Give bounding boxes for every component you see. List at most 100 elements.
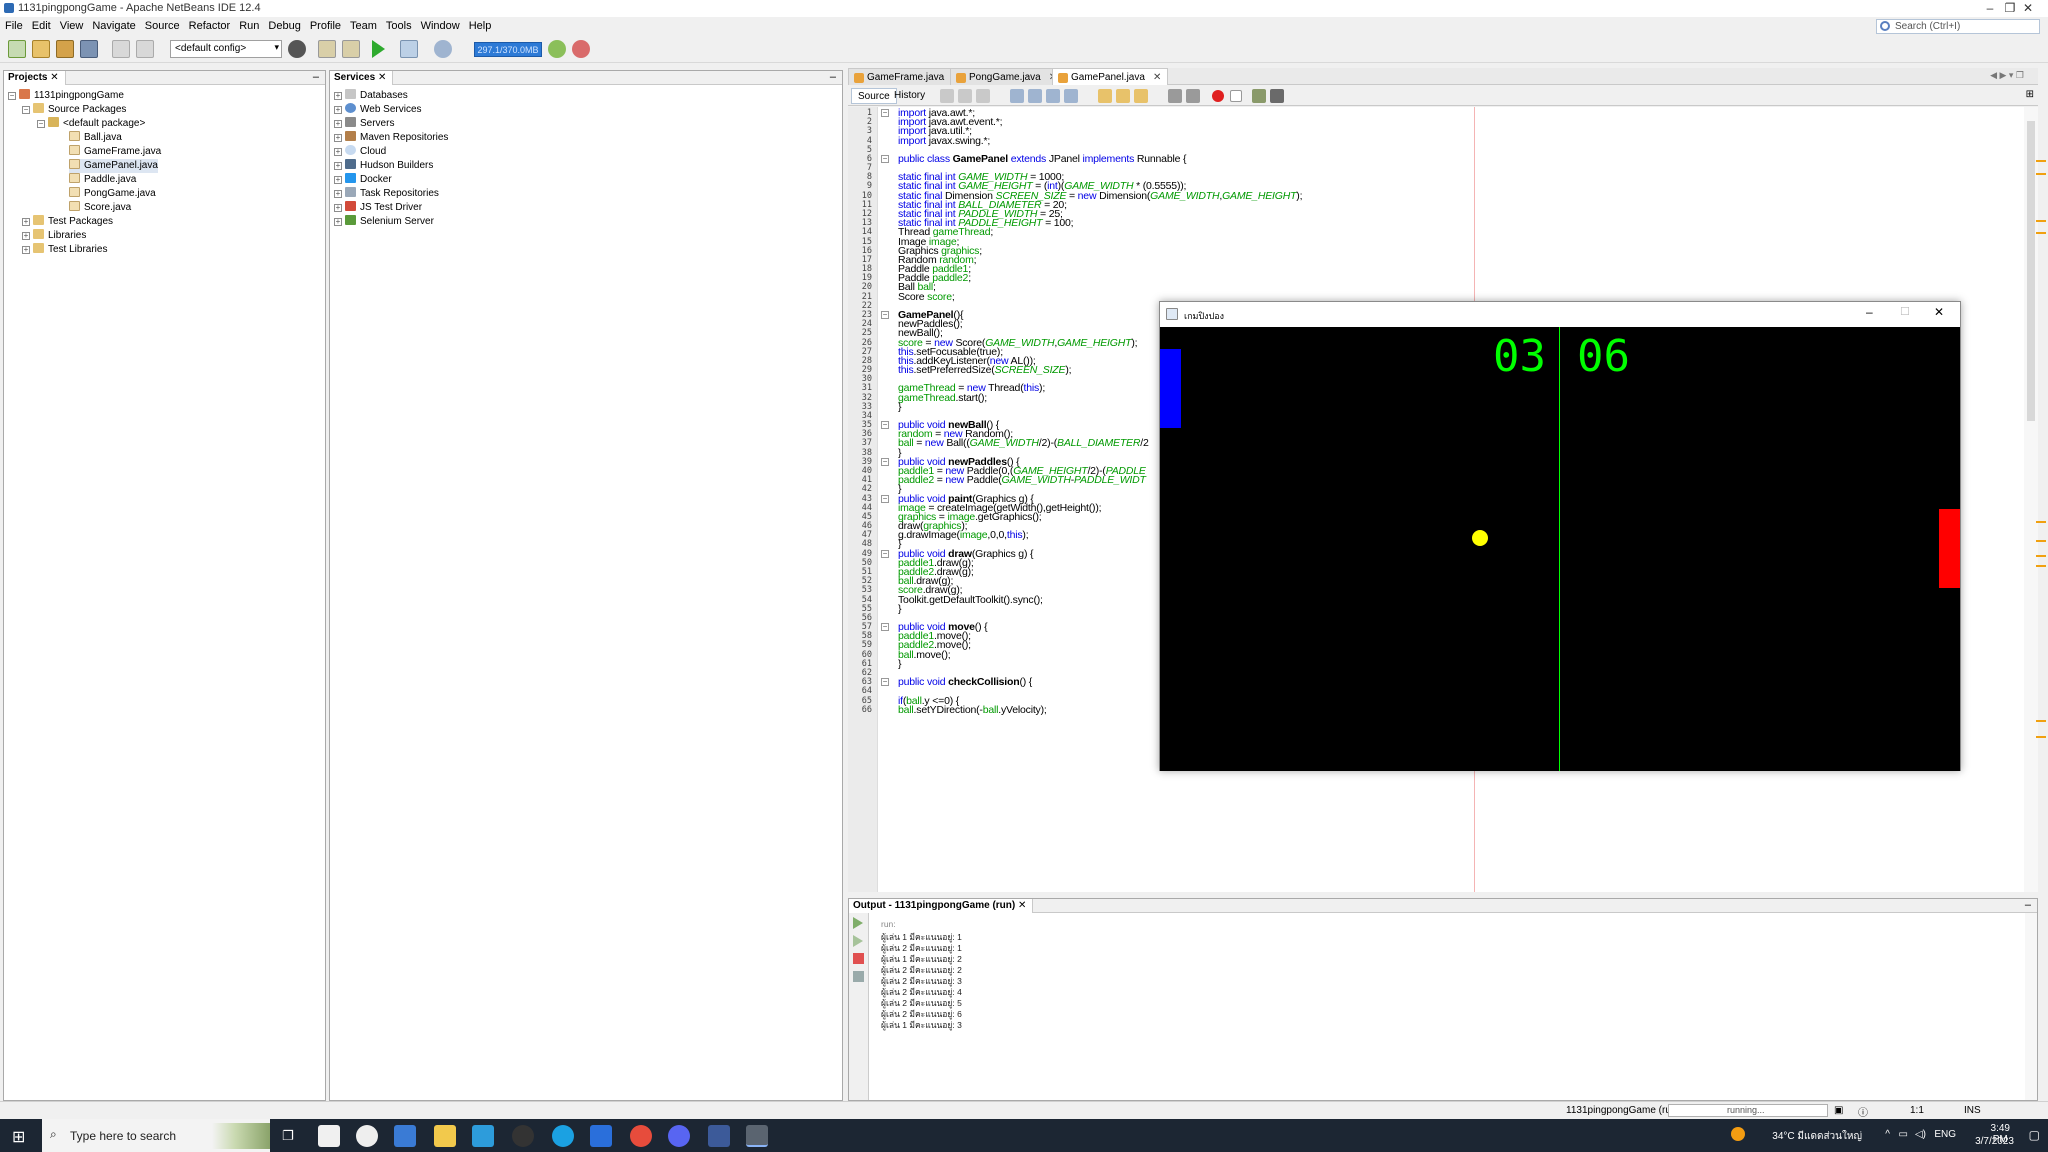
service-js-test-driver[interactable]: + JS Test Driver bbox=[334, 201, 422, 215]
close-icon[interactable]: ✕ bbox=[50, 72, 58, 83]
tab-projects[interactable]: Projects ✕ bbox=[4, 71, 66, 85]
comment-icon[interactable] bbox=[1252, 89, 1266, 103]
debug-icon[interactable] bbox=[400, 40, 418, 58]
error-stripe-mark[interactable] bbox=[2036, 540, 2046, 542]
close-button[interactable]: ✕ bbox=[2008, 0, 2048, 17]
progress-bar[interactable]: running... bbox=[1668, 1104, 1828, 1117]
memory-usage-indicator[interactable]: 297.1/370.0MB bbox=[474, 42, 542, 57]
windows-start-icon[interactable]: ⊞ bbox=[12, 1127, 25, 1147]
stop-icon[interactable] bbox=[853, 953, 864, 964]
menu-view[interactable]: View bbox=[55, 18, 88, 32]
close-icon[interactable]: ✕ bbox=[1153, 72, 1161, 83]
game-window[interactable]: เกมปิงปอง – ☐ ✕ 03 06 bbox=[1159, 301, 1961, 771]
build-icon[interactable] bbox=[318, 40, 336, 58]
notification-icon[interactable]: ▣ bbox=[1834, 1105, 1843, 1116]
fold-toggle-icon[interactable]: − bbox=[881, 549, 889, 558]
error-stripe-mark[interactable] bbox=[2036, 521, 2046, 523]
app-icon[interactable] bbox=[512, 1125, 534, 1147]
network-icon[interactable]: ▭ bbox=[1899, 1129, 1908, 1140]
shift-right-icon[interactable] bbox=[1186, 89, 1200, 103]
close-icon[interactable]: ✕ bbox=[378, 72, 386, 83]
stop-macro-icon[interactable] bbox=[1230, 90, 1242, 102]
minimize-panel-icon[interactable]: – bbox=[2025, 899, 2031, 911]
menu-edit[interactable]: Edit bbox=[27, 18, 55, 32]
file-explorer-icon[interactable] bbox=[434, 1125, 456, 1147]
tree-item-default-package[interactable]: − <default package> bbox=[37, 117, 145, 131]
expand-icon[interactable]: + bbox=[22, 246, 30, 254]
fold-toggle-icon[interactable]: − bbox=[881, 457, 889, 466]
tree-item-project[interactable]: −1131pingpongGame bbox=[8, 89, 124, 103]
game-canvas[interactable]: 03 06 bbox=[1160, 327, 1960, 771]
minimize-panel-icon[interactable]: – bbox=[830, 71, 836, 83]
find-previous-icon[interactable] bbox=[1028, 89, 1042, 103]
fold-toggle-icon[interactable]: − bbox=[881, 623, 889, 632]
close-icon[interactable]: ✕ bbox=[1018, 900, 1026, 911]
fold-toggle-icon[interactable]: − bbox=[881, 310, 889, 319]
error-stripe-mark[interactable] bbox=[2036, 720, 2046, 722]
split-editor-icon[interactable]: ⊞ bbox=[2026, 89, 2034, 100]
service-web-services[interactable]: + Web Services bbox=[334, 103, 422, 117]
fold-toggle-icon[interactable]: − bbox=[881, 109, 889, 117]
back-icon[interactable] bbox=[958, 89, 972, 103]
app-icon[interactable] bbox=[356, 1125, 378, 1147]
service-maven-repositories[interactable]: + Maven Repositories bbox=[334, 131, 448, 145]
history-tab[interactable]: History bbox=[888, 88, 931, 104]
chrome-icon[interactable] bbox=[630, 1125, 652, 1147]
service-cloud[interactable]: + Cloud bbox=[334, 145, 386, 159]
notification-center-icon[interactable]: ▢ bbox=[2029, 1128, 2040, 1142]
menu-debug[interactable]: Debug bbox=[263, 18, 304, 32]
menu-navigate[interactable]: Navigate bbox=[87, 18, 139, 32]
new-file-icon[interactable] bbox=[8, 40, 26, 58]
task-view-icon[interactable]: ❐ bbox=[282, 1128, 294, 1144]
volume-icon[interactable]: ◁) bbox=[1915, 1129, 1926, 1140]
netbeans-icon[interactable] bbox=[708, 1125, 730, 1147]
profiler-snapshot-icon[interactable] bbox=[572, 40, 590, 58]
toggle-highlight-icon[interactable] bbox=[1064, 89, 1078, 103]
weather-icon[interactable] bbox=[1731, 1127, 1745, 1141]
minimize-button[interactable]: – bbox=[1866, 305, 1873, 319]
fold-toggle-icon[interactable]: − bbox=[881, 494, 889, 503]
chevron-up-icon[interactable]: ^ bbox=[1885, 1129, 1890, 1140]
globe-icon[interactable] bbox=[288, 40, 306, 58]
menu-tools[interactable]: Tools bbox=[381, 18, 416, 32]
fold-toggle-icon[interactable]: − bbox=[881, 678, 889, 687]
service-task-repositories[interactable]: + Task Repositories bbox=[334, 187, 439, 201]
find-next-icon[interactable] bbox=[1046, 89, 1060, 103]
expand-icon[interactable]: + bbox=[22, 232, 30, 240]
error-stripe-mark[interactable] bbox=[2036, 736, 2046, 738]
redo-icon[interactable] bbox=[136, 40, 154, 58]
store-icon[interactable] bbox=[318, 1125, 340, 1147]
error-stripe-mark[interactable] bbox=[2036, 232, 2046, 234]
gc-icon[interactable] bbox=[548, 40, 566, 58]
rerun-icon[interactable] bbox=[853, 917, 863, 929]
menu-profile[interactable]: Profile bbox=[305, 18, 345, 32]
find-icon[interactable] bbox=[1010, 89, 1024, 103]
tree-item-gamepanel-java[interactable]: GamePanel.java bbox=[69, 159, 158, 173]
menu-window[interactable]: Window bbox=[416, 18, 464, 32]
minimize-panel-icon[interactable]: – bbox=[313, 71, 319, 83]
search-input[interactable]: Search (Ctrl+I) bbox=[1876, 19, 2040, 34]
editor-scrollbar[interactable] bbox=[2024, 107, 2038, 892]
service-databases[interactable]: + Databases bbox=[334, 89, 408, 103]
error-stripe-mark[interactable] bbox=[2036, 565, 2046, 567]
error-stripe-mark[interactable] bbox=[2036, 160, 2046, 162]
fold-toggle-icon[interactable]: − bbox=[881, 154, 889, 163]
output-scrollbar[interactable] bbox=[2025, 913, 2037, 1100]
profile-icon[interactable] bbox=[434, 40, 452, 58]
collapse-icon[interactable]: − bbox=[8, 92, 16, 100]
maximize-button[interactable]: ☐ bbox=[1900, 305, 1910, 318]
run-icon[interactable] bbox=[372, 40, 385, 58]
tree-item-paddle-java[interactable]: Paddle.java bbox=[69, 173, 136, 187]
shift-left-icon[interactable] bbox=[1168, 89, 1182, 103]
clean-build-icon[interactable] bbox=[342, 40, 360, 58]
menu-help[interactable]: Help bbox=[464, 18, 496, 32]
vscode-icon[interactable] bbox=[590, 1125, 612, 1147]
tree-item-ball-java[interactable]: Ball.java bbox=[69, 131, 122, 145]
next-bookmark-icon[interactable] bbox=[1116, 89, 1130, 103]
taskbar-search[interactable]: ⌕ Type here to search bbox=[42, 1119, 270, 1152]
tree-item-test-libraries[interactable]: + Test Libraries bbox=[22, 243, 107, 257]
undo-icon[interactable] bbox=[112, 40, 130, 58]
tree-item-source-packages[interactable]: − Source Packages bbox=[22, 103, 126, 117]
weather-text[interactable]: 34°C มีแดดส่วนใหญ่ bbox=[1772, 1129, 1862, 1144]
tree-item-score-java[interactable]: Score.java bbox=[69, 201, 131, 215]
